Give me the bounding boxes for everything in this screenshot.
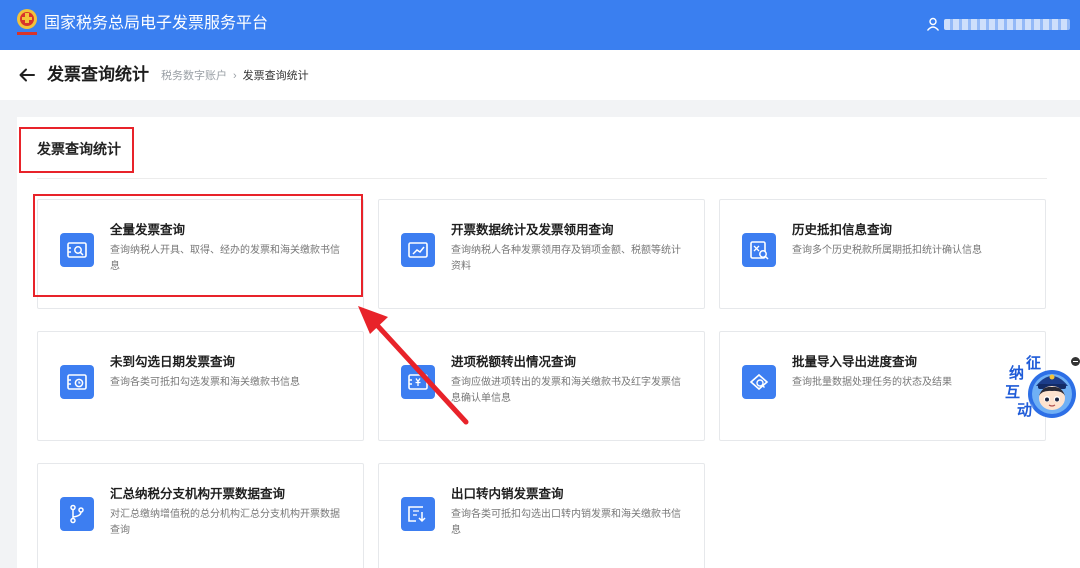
arrow-left-icon[interactable] — [18, 66, 36, 84]
card-title: 出口转内销发票查询 — [451, 487, 564, 501]
card-input-tax-transfer[interactable]: 进项税额转出情况查询 查询应做进项转出的发票和海关缴款书及红字发票信息确认单信息 — [378, 331, 705, 441]
breadcrumb-item-digital-account[interactable]: 税务数字账户 — [161, 70, 227, 82]
widget-char: 互 — [1005, 384, 1021, 401]
card-description: 查询各类可抵扣勾选发票和海关缴款书信息 — [110, 377, 300, 388]
widget-collapse-icon[interactable] — [1071, 357, 1080, 366]
invoice-yuan-icon — [401, 365, 435, 399]
tax-emblem-icon — [17, 9, 37, 35]
widget-char: 动 — [1017, 402, 1033, 419]
annotation-box-section-title — [19, 127, 134, 173]
widget-char: 纳 — [1009, 365, 1025, 382]
card-title: 进项税额转出情况查询 — [451, 355, 577, 369]
batch-progress-icon — [742, 365, 776, 399]
card-title: 未到勾选日期发票查询 — [110, 355, 236, 369]
card-not-due-invoice[interactable]: 未到勾选日期发票查询 查询各类可抵扣勾选发票和海关缴款书信息 — [37, 331, 364, 441]
card-branch-billing[interactable]: 汇总纳税分支机构开票数据查询 对汇总缴纳增值税的总分机构汇总分支机构开票数据查询 — [37, 463, 364, 568]
app-title: 国家税务总局电子发票服务平台 — [44, 15, 269, 32]
top-header: 国家税务总局电子发票服务平台 — [0, 0, 1080, 50]
breadcrumb: 税务数字账户 › 发票查询统计 — [161, 69, 309, 83]
history-search-icon — [742, 233, 776, 267]
card-title: 开票数据统计及发票领用查询 — [451, 223, 614, 237]
card-description: 查询多个历史税款所属期抵扣统计确认信息 — [792, 245, 982, 256]
main-panel: 发票查询统计 全量发票查询 查询纳税人开具、取得、经办的发票和海关缴款书信息 开… — [17, 117, 1080, 568]
card-description: 查询纳税人各种发票领用存及销项金额、税额等统计资料 — [451, 245, 681, 272]
page-header: 发票查询统计 税务数字账户 › 发票查询统计 — [0, 50, 1080, 100]
page-title: 发票查询统计 — [47, 65, 149, 84]
annotation-box-full-invoice-query — [33, 194, 363, 297]
card-title: 批量导入导出进度查询 — [792, 355, 918, 369]
card-billing-statistics[interactable]: 开票数据统计及发票领用查询 查询纳税人各种发票领用存及销项金额、税额等统计资料 — [378, 199, 705, 309]
card-description: 查询批量数据处理任务的状态及结果 — [792, 377, 952, 388]
card-batch-progress[interactable]: 批量导入导出进度查询 查询批量数据处理任务的状态及结果 — [719, 331, 1046, 441]
interaction-widget[interactable]: 征 纳 互 动 — [1002, 352, 1080, 424]
section-divider — [37, 178, 1047, 179]
chevron-right-icon: › — [233, 70, 237, 82]
card-description: 对汇总缴纳增值税的总分机构汇总分支机构开票数据查询 — [110, 509, 340, 536]
card-title: 汇总纳税分支机构开票数据查询 — [110, 487, 286, 501]
user-icon[interactable] — [926, 17, 940, 31]
card-export-domestic[interactable]: 出口转内销发票查询 查询各类可抵扣勾选出口转内销发票和海关缴款书信息 — [378, 463, 705, 568]
user-name-masked[interactable] — [944, 19, 1070, 30]
invoice-clock-icon — [60, 365, 94, 399]
widget-char: 征 — [1026, 355, 1042, 372]
card-title: 历史抵扣信息查询 — [792, 223, 893, 237]
card-description: 查询应做进项转出的发票和海关缴款书及红字发票信息确认单信息 — [451, 377, 681, 404]
invoice-export-icon — [401, 497, 435, 531]
card-history-deduction[interactable]: 历史抵扣信息查询 查询多个历史税款所属期抵扣统计确认信息 — [719, 199, 1046, 309]
branch-icon — [60, 497, 94, 531]
breadcrumb-item-current: 发票查询统计 — [242, 70, 309, 82]
invoice-chart-icon — [401, 233, 435, 267]
card-description: 查询各类可抵扣勾选出口转内销发票和海关缴款书信息 — [451, 509, 681, 536]
